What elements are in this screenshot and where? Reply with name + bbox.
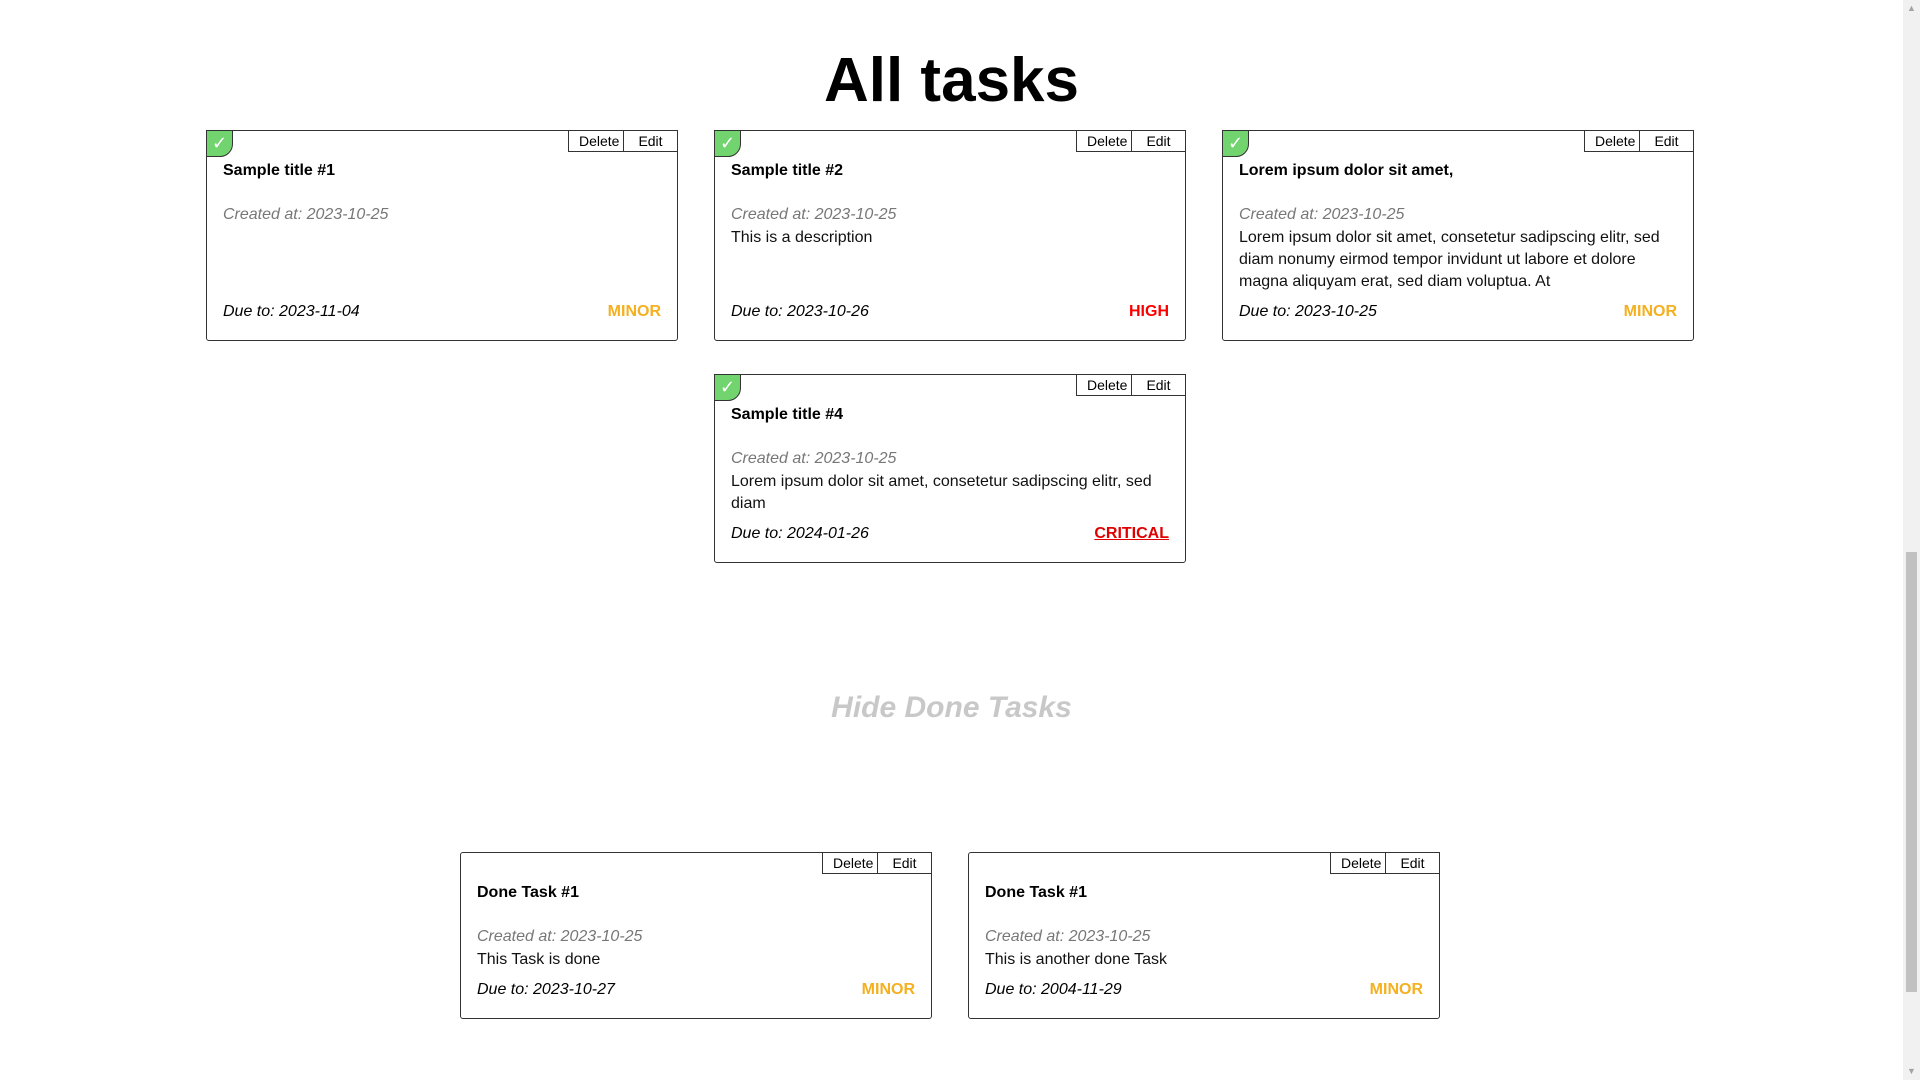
card-actions: Delete Edit xyxy=(1330,852,1440,874)
edit-button[interactable]: Edit xyxy=(1640,130,1694,152)
page: All tasks ✓ Delete Edit Sample title #1 … xyxy=(0,0,1920,1080)
task-card: ✓ Delete Edit Sample title #2 Created at… xyxy=(714,130,1186,341)
task-due: Due to: 2023-11-04 xyxy=(223,303,360,320)
check-icon[interactable]: ✓ xyxy=(714,374,741,401)
task-due: Due to: 2024-01-26 xyxy=(731,525,869,542)
priority-badge: MINOR xyxy=(861,981,915,998)
delete-button[interactable]: Delete xyxy=(1076,374,1132,396)
vertical-scrollbar[interactable]: ▲ ▼ xyxy=(1903,0,1920,1080)
task-title: Lorem ipsum dolor sit amet, xyxy=(1239,162,1454,179)
delete-button[interactable]: Delete xyxy=(1330,852,1386,874)
task-description: Lorem ipsum dolor sit amet, consetetur s… xyxy=(731,473,1152,512)
delete-button[interactable]: Delete xyxy=(1076,130,1132,152)
priority-badge: MINOR xyxy=(1623,303,1677,320)
task-description: This Task is done xyxy=(477,951,601,968)
edit-button[interactable]: Edit xyxy=(624,130,678,152)
card-actions: Delete Edit xyxy=(1584,130,1694,152)
task-title: Sample title #1 xyxy=(223,162,336,179)
task-due: Due to: 2023-10-25 xyxy=(1239,303,1377,320)
task-card: ✓ Delete Edit Lorem ipsum dolor sit amet… xyxy=(1222,130,1694,341)
check-icon[interactable]: ✓ xyxy=(206,130,233,157)
task-title: Done Task #1 xyxy=(985,884,1087,901)
task-created: Created at: 2023-10-25 xyxy=(477,928,643,945)
delete-button[interactable]: Delete xyxy=(568,130,624,152)
task-title: Done Task #1 xyxy=(477,884,579,901)
page-title: All tasks xyxy=(823,46,1080,115)
task-created: Created at: 2023-10-25 xyxy=(223,206,389,223)
scroll-up-arrow-icon[interactable]: ▲ xyxy=(1903,0,1920,17)
card-actions: Delete Edit xyxy=(1076,374,1186,396)
task-created: Created at: 2023-10-25 xyxy=(1239,206,1405,223)
hide-done-tasks-toggle[interactable]: Hide Done Tasks xyxy=(0,688,1903,728)
card-actions: Delete Edit xyxy=(568,130,678,152)
task-description: Lorem ipsum dolor sit amet, consetetur s… xyxy=(1239,229,1660,290)
edit-button[interactable]: Edit xyxy=(1132,130,1186,152)
edit-button[interactable]: Edit xyxy=(878,852,932,874)
card-actions: Delete Edit xyxy=(822,852,932,874)
card-actions: Delete Edit xyxy=(1076,130,1186,152)
task-due: Due to: 2023-10-26 xyxy=(731,303,869,320)
task-due: Due to: 2023-10-27 xyxy=(477,981,615,998)
priority-badge: MINOR xyxy=(607,303,661,320)
task-created: Created at: 2023-10-25 xyxy=(985,928,1151,945)
check-icon[interactable]: ✓ xyxy=(714,130,741,157)
done-task-card: Delete Edit Done Task #1 Created at: 202… xyxy=(968,852,1440,1019)
task-due: Due to: 2004-11-29 xyxy=(985,981,1122,998)
delete-button[interactable]: Delete xyxy=(822,852,878,874)
priority-badge: MINOR xyxy=(1369,981,1423,998)
task-title: Sample title #2 xyxy=(731,162,844,179)
delete-button[interactable]: Delete xyxy=(1584,130,1640,152)
task-created: Created at: 2023-10-25 xyxy=(731,206,897,223)
task-created: Created at: 2023-10-25 xyxy=(731,450,897,467)
task-description: This is another done Task xyxy=(985,951,1168,968)
priority-badge: HIGH xyxy=(1129,303,1169,320)
edit-button[interactable]: Edit xyxy=(1132,374,1186,396)
check-icon[interactable]: ✓ xyxy=(1222,130,1249,157)
priority-badge[interactable]: CRITICAL xyxy=(1094,524,1169,544)
task-card: ✓ Delete Edit Sample title #4 Created at… xyxy=(714,374,1186,563)
scrollbar-thumb[interactable] xyxy=(1906,552,1917,992)
task-card: ✓ Delete Edit Sample title #1 Created at… xyxy=(206,130,678,341)
task-description: This is a description xyxy=(731,229,873,246)
edit-button[interactable]: Edit xyxy=(1386,852,1440,874)
task-title: Sample title #4 xyxy=(731,406,844,423)
scroll-down-arrow-icon[interactable]: ▼ xyxy=(1903,1063,1920,1080)
done-task-card: Delete Edit Done Task #1 Created at: 202… xyxy=(460,852,932,1019)
